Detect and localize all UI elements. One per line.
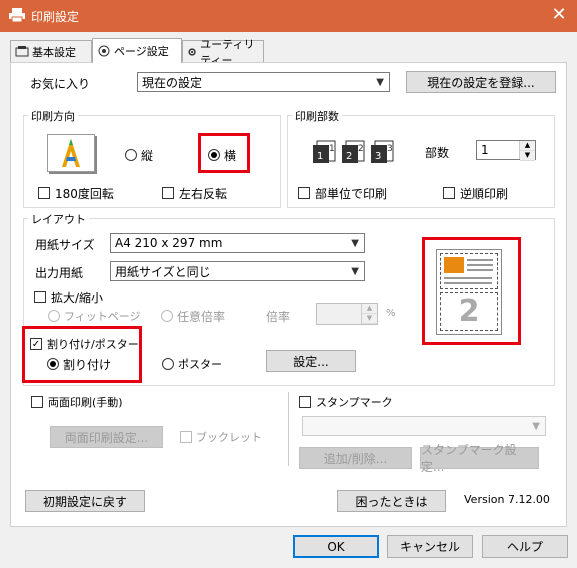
stepper-buttons[interactable]: ▲ ▼ [519, 141, 535, 161]
chevron-down-icon: ▼ [376, 77, 384, 88]
portrait-label: 縦 [141, 149, 154, 163]
tab-page-setup-label: ページ設定 [114, 45, 169, 58]
duplex-settings-button[interactable]: 両面印刷設定... [50, 426, 163, 448]
copies-count-stepper[interactable]: 1 ▲ ▼ [476, 140, 536, 161]
copies-count-label: 部数 [425, 146, 450, 160]
page-setup-icon [98, 45, 110, 57]
document-icon [15, 45, 29, 56]
collate-pages-icon: 1 2 3 1 2 3 [313, 137, 401, 165]
version-text: Version 7.12.00 [464, 493, 550, 506]
duplex-checkbox[interactable] [31, 396, 43, 408]
stepper-up-icon[interactable]: ▲ [520, 141, 535, 151]
svg-text:1: 1 [317, 151, 323, 162]
printer-icon [9, 8, 25, 23]
stepper-down-icon[interactable]: ▼ [520, 151, 535, 161]
help-button[interactable]: ヘルプ [482, 535, 568, 558]
stamp-checkbox[interactable] [299, 396, 311, 408]
stepper-down-icon[interactable]: ▼ [362, 314, 377, 324]
copies-group-label: 印刷部数 [292, 108, 342, 124]
tab-basic[interactable]: 基本設定 [10, 40, 92, 62]
gear-icon [188, 47, 196, 56]
reset-defaults-button[interactable]: 初期設定に戻す [25, 490, 145, 512]
nup-settings-button[interactable]: 設定... [266, 350, 356, 372]
output-paper-label: 出力用紙 [35, 266, 84, 280]
stamp-add-delete-button[interactable]: 追加/削除... [299, 447, 412, 469]
poster-radio[interactable] [162, 358, 174, 370]
custom-scale-radio[interactable] [161, 310, 173, 322]
layout-group-label: レイアウト [28, 211, 89, 227]
reverse-order-checkbox[interactable] [443, 187, 455, 199]
window-title: 印刷設定 [31, 10, 80, 24]
ratio-stepper-buttons[interactable]: ▲ ▼ [361, 304, 377, 324]
output-paper-select[interactable]: 用紙サイズと同じ ▼ [110, 261, 365, 281]
close-icon[interactable]: ✕ [548, 4, 570, 26]
booklet-label: ブックレット [196, 431, 262, 444]
scale-checkbox[interactable] [34, 291, 46, 303]
paper-size-value: A4 210 x 297 mm [115, 236, 223, 250]
booklet-checkbox[interactable] [180, 431, 192, 443]
fit-page-radio[interactable] [48, 310, 60, 322]
orientation-preview-icon [47, 134, 95, 172]
paper-size-select[interactable]: A4 210 x 297 mm ▼ [110, 233, 365, 253]
register-settings-button[interactable]: 現在の設定を登録... [406, 71, 556, 93]
svg-text:3: 3 [375, 151, 381, 162]
collate-checkbox[interactable] [298, 187, 310, 199]
troubleshoot-button[interactable]: 困ったときは [337, 490, 446, 512]
chevron-down-icon: ▼ [351, 238, 359, 249]
preview-highlight [422, 237, 521, 345]
scale-label: 拡大/縮小 [51, 291, 104, 305]
orientation-group-label: 印刷方向 [28, 108, 78, 124]
tab-utility[interactable]: ユーティリティー [182, 38, 264, 67]
divider [288, 392, 289, 466]
paper-size-label: 用紙サイズ [35, 238, 95, 252]
portrait-radio[interactable] [125, 149, 137, 161]
mirror-label: 左右反転 [179, 187, 228, 201]
stamp-select[interactable]: ▼ [302, 416, 546, 436]
output-paper-value: 用紙サイズと同じ [115, 264, 211, 279]
poster-label: ポスター [178, 358, 222, 371]
fit-page-label: フィットページ [64, 310, 141, 323]
ratio-label: 倍率 [266, 310, 291, 324]
copies-count-value: 1 [481, 143, 489, 157]
mirror-checkbox[interactable] [162, 187, 174, 199]
chevron-down-icon: ▼ [351, 266, 359, 277]
tab-basic-label: 基本設定 [32, 45, 76, 59]
cancel-button[interactable]: キャンセル [387, 535, 473, 558]
favorites-label: お気に入り [30, 77, 91, 91]
rotate-180-label: 180度回転 [55, 187, 114, 201]
favorites-value: 現在の設定 [142, 75, 203, 90]
reverse-order-label: 逆順印刷 [460, 187, 509, 201]
rotate-180-checkbox[interactable] [38, 187, 50, 199]
svg-text:3: 3 [387, 144, 393, 154]
stamp-settings-button[interactable]: スタンプマーク設定... [420, 443, 539, 474]
svg-text:2: 2 [346, 151, 352, 162]
tab-page-setup[interactable]: ページ設定 [92, 38, 182, 63]
landscape-highlight [198, 133, 250, 173]
stepper-up-icon[interactable]: ▲ [362, 304, 377, 314]
chevron-down-icon: ▼ [532, 421, 540, 432]
custom-scale-label: 任意倍率 [177, 310, 226, 324]
title-bar: 印刷設定 ✕ [0, 0, 577, 32]
favorites-select[interactable]: 現在の設定 ▼ [137, 72, 390, 92]
nup-highlight [22, 326, 142, 383]
ratio-stepper[interactable]: ▲ ▼ [316, 303, 378, 325]
svg-text:1: 1 [329, 144, 335, 154]
svg-text:2: 2 [358, 144, 364, 154]
duplex-label: 両面印刷(手動) [48, 396, 123, 409]
stamp-label: スタンプマーク [316, 396, 393, 409]
ok-button[interactable]: OK [293, 535, 379, 558]
ratio-unit: % [386, 308, 396, 319]
collate-label: 部単位で印刷 [315, 187, 388, 201]
